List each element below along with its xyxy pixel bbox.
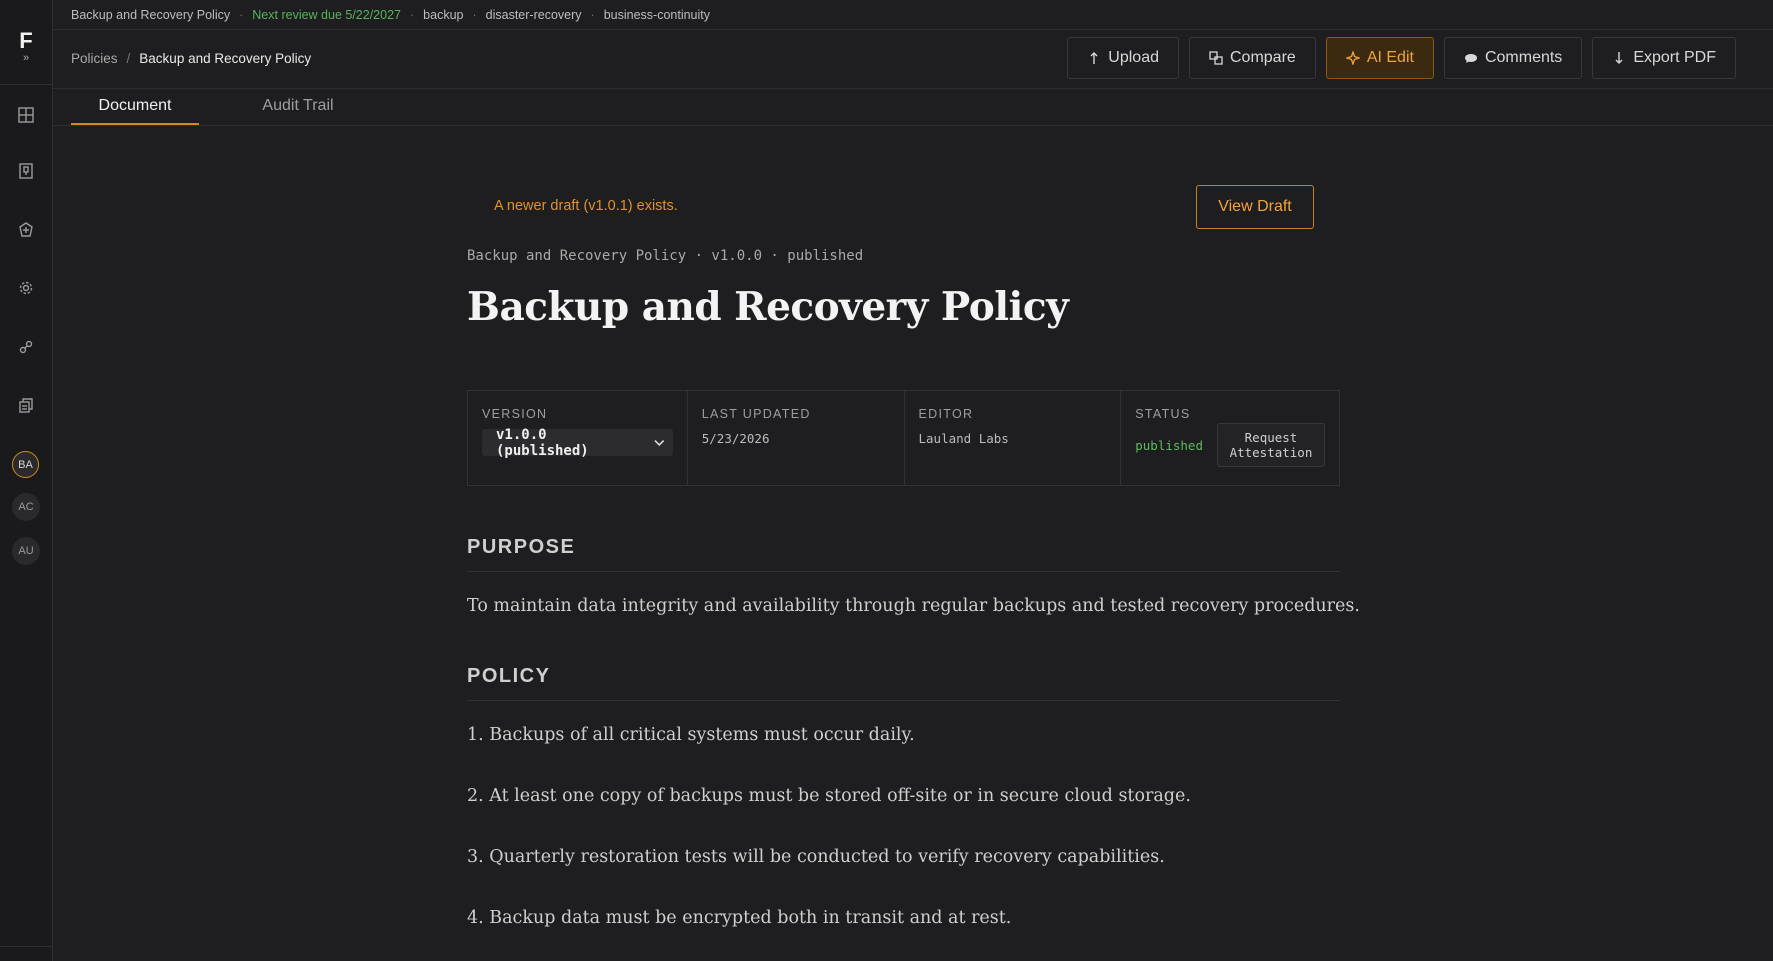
book-icon[interactable]: [14, 159, 38, 183]
policy-item: 3. Quarterly restoration tests will be c…: [467, 847, 1165, 867]
upload-button[interactable]: Upload: [1067, 37, 1179, 79]
version-label: VERSION: [482, 407, 548, 421]
tab-document[interactable]: Document: [71, 88, 199, 125]
version-cell: VERSION v1.0.0 (published): [468, 391, 688, 485]
last-updated-label: LAST UPDATED: [701, 407, 811, 421]
toolbar: Upload Compare AI Edit Comments Export P…: [1067, 37, 1736, 79]
policy-item: 4. Backup data must be encrypted both in…: [467, 908, 1012, 928]
draft-notice-text: A newer draft (v1.0.1) exists.: [494, 198, 678, 214]
grid-icon[interactable]: [14, 103, 38, 127]
policy-item: 1. Backups of all critical systems must …: [467, 725, 915, 745]
breadcrumb: Policies / Backup and Recovery Policy: [71, 51, 312, 66]
sparkle-icon: [1345, 51, 1360, 65]
avatar-au[interactable]: AU: [12, 537, 40, 565]
last-updated-cell: LAST UPDATED 5/23/2026: [688, 391, 905, 485]
ai-edit-label: AI Edit: [1366, 49, 1414, 66]
upload-label: Upload: [1108, 49, 1159, 66]
comment-icon: [1464, 54, 1477, 63]
app-logo[interactable]: F: [0, 30, 52, 52]
editor-label: EDITOR: [918, 407, 974, 421]
comments-button[interactable]: Comments: [1443, 37, 1583, 79]
avatar-ba[interactable]: BA: [12, 451, 39, 478]
ai-edit-button[interactable]: AI Edit: [1325, 37, 1434, 79]
document-title: Backup and Recovery Policy: [467, 284, 1069, 330]
compare-button[interactable]: Compare: [1189, 37, 1316, 79]
tag-disaster-recovery[interactable]: disaster-recovery: [486, 8, 582, 22]
policy-heading: POLICY: [467, 665, 1340, 701]
page-header: Policies / Backup and Recovery Policy Up…: [52, 29, 1773, 89]
breadcrumb-current: Backup and Recovery Policy: [139, 51, 312, 66]
view-draft-button[interactable]: View Draft: [1196, 185, 1314, 229]
comments-label: Comments: [1484, 49, 1563, 66]
topbar-doc-name: Backup and Recovery Policy: [71, 7, 231, 22]
link-icon[interactable]: [14, 335, 38, 359]
policy-item: 2. At least one copy of backups must be …: [467, 786, 1191, 806]
sidebar-divider: [0, 84, 52, 85]
tab-audit-trail[interactable]: Audit Trail: [230, 88, 366, 123]
metadata-table: VERSION v1.0.0 (published) LAST UPDATED …: [467, 390, 1340, 486]
gear-icon[interactable]: [14, 276, 38, 300]
status-cell: STATUS published Request Attestation: [1121, 391, 1339, 485]
purpose-heading: PURPOSE: [467, 536, 1340, 572]
avatar-ac[interactable]: AC: [12, 493, 40, 521]
export-pdf-button[interactable]: Export PDF: [1592, 37, 1736, 79]
tag-business-continuity[interactable]: business-continuity: [604, 8, 710, 22]
sidebar: F » BA AC AU: [0, 0, 53, 961]
arrow-down-icon: [1615, 52, 1623, 64]
shield-icon[interactable]: [14, 218, 38, 242]
arrow-up-icon: [1090, 52, 1098, 64]
status-badge: published: [1135, 437, 1203, 453]
last-updated-value: 5/23/2026: [701, 431, 770, 446]
tag-backup[interactable]: backup: [423, 8, 463, 22]
version-value: v1.0.0 (published): [496, 426, 589, 459]
document-meta-bar: Backup and Recovery Policy · Next review…: [52, 0, 1773, 30]
export-pdf-label: Export PDF: [1633, 49, 1716, 66]
expand-sidebar-icon[interactable]: »: [0, 52, 52, 64]
document-meta-line: Backup and Recovery Policy · v1.0.0 · pu…: [467, 248, 864, 264]
purpose-text: To maintain data integrity and availabil…: [467, 596, 1360, 616]
tab-bar: Document Audit Trail: [52, 88, 1773, 126]
request-attestation-button[interactable]: Request Attestation: [1216, 423, 1325, 467]
status-label: STATUS: [1135, 407, 1191, 421]
chevron-down-icon: [654, 439, 665, 446]
review-due-text: Next review due 5/22/2027: [252, 7, 401, 22]
editor-value: Lauland Labs: [918, 431, 1009, 446]
version-select[interactable]: v1.0.0 (published): [482, 426, 673, 459]
editor-cell: EDITOR Lauland Labs: [905, 391, 1122, 485]
attest-label-line1: Request: [1244, 430, 1298, 445]
sidebar-bottom-divider: [0, 946, 52, 947]
copy-icon[interactable]: [14, 394, 38, 418]
attest-label-line2: Attestation: [1229, 445, 1313, 460]
breadcrumb-policies-link[interactable]: Policies: [71, 51, 118, 66]
compare-icon: [1209, 51, 1223, 65]
compare-label: Compare: [1230, 49, 1296, 66]
